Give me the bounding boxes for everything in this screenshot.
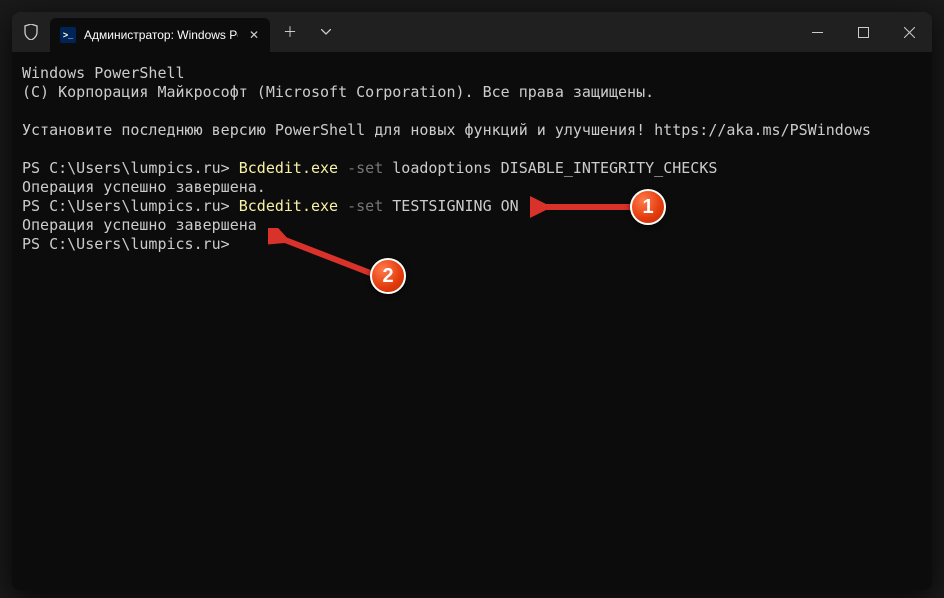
powershell-icon: >_	[60, 27, 76, 43]
tab-title: Администратор: Windows Po	[84, 28, 238, 42]
terminal-output[interactable]: Windows PowerShell (C) Корпорация Майкро…	[12, 52, 932, 590]
maximize-button[interactable]	[840, 12, 886, 52]
close-button[interactable]	[886, 12, 932, 52]
terminal-window: >_ Администратор: Windows Po ✕ ＋ Windows…	[12, 12, 932, 590]
shield-icon	[22, 23, 40, 41]
titlebar: >_ Администратор: Windows Po ✕ ＋	[12, 12, 932, 52]
out-line: Операция успешно завершена	[22, 216, 257, 234]
close-tab-icon[interactable]: ✕	[246, 27, 262, 43]
cmd-exe: Bcdedit.exe	[239, 159, 338, 177]
cmd-arg: TESTSIGNING ON	[383, 197, 518, 215]
prompt: PS C:\Users\lumpics.ru>	[22, 197, 239, 215]
out-line: Windows PowerShell	[22, 64, 185, 82]
tab-powershell[interactable]: >_ Администратор: Windows Po ✕	[50, 18, 270, 52]
tab-dropdown-icon[interactable]	[310, 16, 342, 48]
minimize-button[interactable]	[794, 12, 840, 52]
cmd-flag: -set	[338, 159, 383, 177]
cmd-arg: loadoptions DISABLE_INTEGRITY_CHECKS	[383, 159, 717, 177]
annotation-badge-1: 1	[630, 189, 666, 225]
cmd-exe: Bcdedit.exe	[239, 197, 338, 215]
prompt: PS C:\Users\lumpics.ru>	[22, 235, 230, 253]
out-line: (C) Корпорация Майкрософт (Microsoft Cor…	[22, 83, 654, 101]
out-line: Операция успешно завершена.	[22, 178, 266, 196]
out-line: Установите последнюю версию PowerShell д…	[22, 121, 871, 139]
new-tab-button[interactable]: ＋	[274, 16, 306, 48]
cmd-flag: -set	[338, 197, 383, 215]
prompt: PS C:\Users\lumpics.ru>	[22, 159, 239, 177]
annotation-badge-2: 2	[370, 258, 406, 294]
